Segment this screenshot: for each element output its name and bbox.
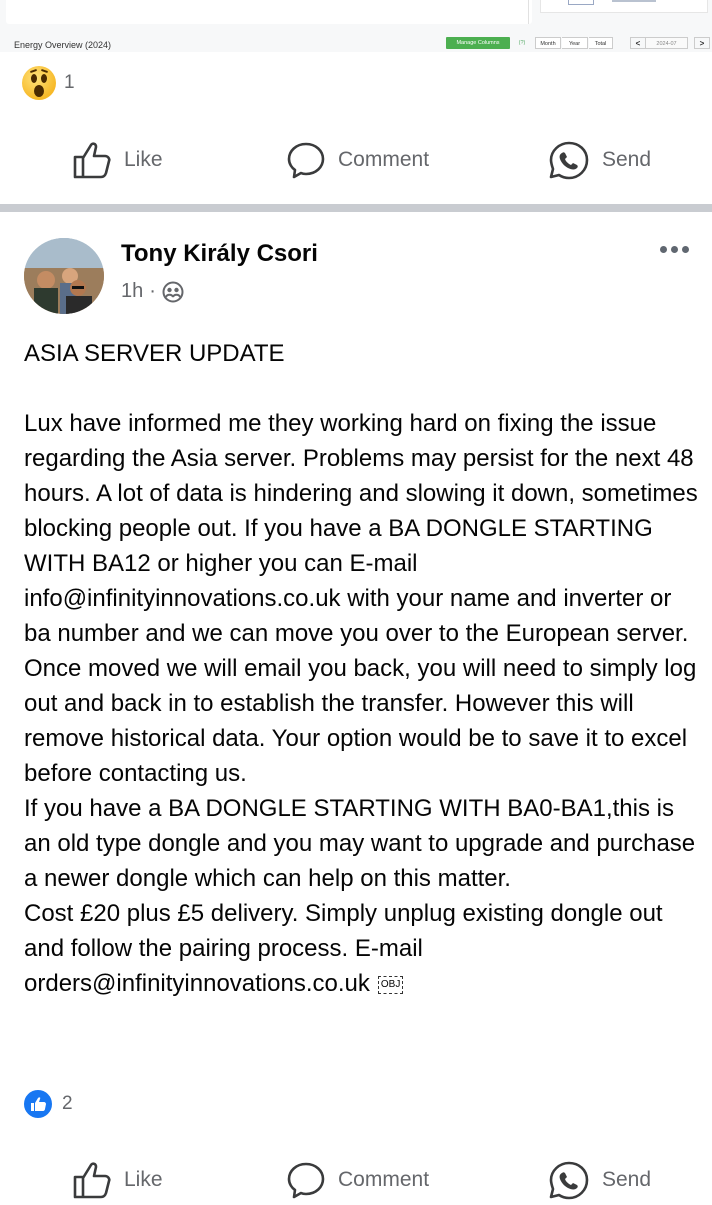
avatar[interactable] (24, 238, 104, 314)
post-divider (0, 204, 712, 212)
friends-icon (162, 281, 184, 302)
date-picker[interactable]: 2024-07 (646, 37, 688, 49)
like-button[interactable]: Like (72, 140, 163, 180)
meta-separator: · (149, 280, 156, 302)
tab-total[interactable]: Total (589, 37, 613, 49)
comment-icon (287, 1162, 325, 1199)
dashboard-card (6, 0, 532, 24)
send-button[interactable]: Send (548, 1160, 651, 1200)
post-text: ASIA SERVER UPDATE Lux have informed me … (24, 336, 700, 1001)
help-link[interactable]: (?) (514, 37, 530, 49)
like-button[interactable]: Like (72, 1160, 163, 1200)
post-body-text: ASIA SERVER UPDATE Lux have informed me … (24, 340, 698, 997)
dashboard-strip: Energy Overview (2024) Manage Columns (?… (0, 0, 712, 52)
manage-columns-button[interactable]: Manage Columns (446, 37, 510, 49)
post-time[interactable]: 1h (121, 280, 143, 303)
tab-year[interactable]: Year (562, 37, 588, 49)
reaction-summary[interactable]: 1 (22, 66, 75, 100)
reaction-count: 2 (62, 1093, 73, 1114)
dashboard-title: Energy Overview (2024) (14, 40, 112, 50)
like-badge-icon (22, 1088, 54, 1120)
send-label: Send (602, 1168, 652, 1191)
action-bar: Like Comment Send (0, 1160, 712, 1200)
comment-button[interactable]: Comment (286, 1160, 429, 1200)
send-button[interactable]: Send (548, 140, 651, 180)
send-label: Send (602, 148, 652, 171)
thumbs-up-icon (73, 142, 111, 179)
next-date-button[interactable]: > (694, 37, 710, 49)
comment-icon (287, 142, 325, 179)
chart-fragment (612, 0, 656, 2)
wow-emoji-icon (22, 66, 56, 100)
post-meta: 1h · (121, 280, 184, 303)
tab-month[interactable]: Month (535, 37, 561, 49)
action-bar: Like Comment Send (0, 140, 712, 180)
thumbs-up-icon (73, 1162, 111, 1199)
more-options-icon[interactable] (660, 246, 689, 253)
whatsapp-icon (549, 141, 589, 180)
divider (528, 0, 529, 24)
comment-button[interactable]: Comment (286, 140, 429, 180)
reaction-count: 1 (64, 72, 75, 93)
prev-date-button[interactable]: < (630, 37, 646, 49)
obj-placeholder-icon: OBJ (377, 975, 404, 994)
like-label: Like (124, 1168, 163, 1191)
chart-fragment (568, 0, 594, 5)
profile-photo (24, 238, 104, 314)
comment-label: Comment (338, 1168, 430, 1191)
like-label: Like (124, 148, 163, 171)
comment-label: Comment (338, 148, 430, 171)
reaction-summary[interactable]: 2 (22, 1088, 73, 1120)
post-author[interactable]: Tony Király Csori (121, 240, 318, 268)
whatsapp-icon (549, 1161, 589, 1200)
